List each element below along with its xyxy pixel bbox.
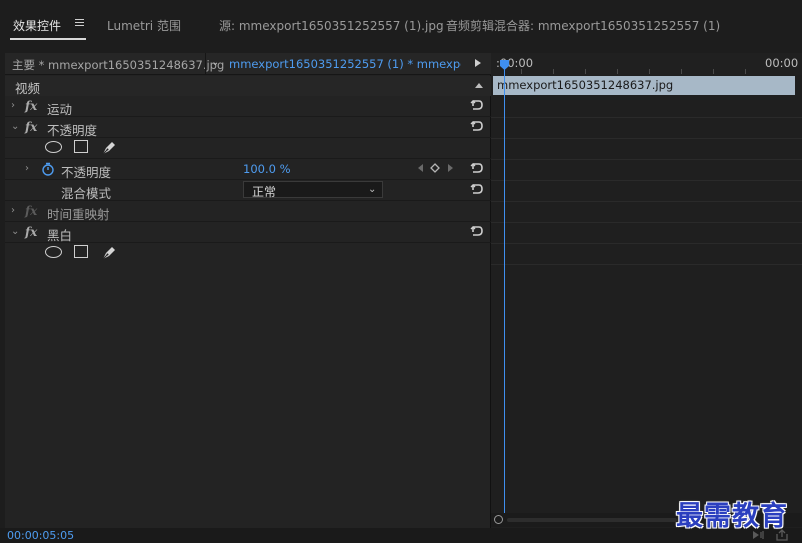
fx-icon[interactable]: fx [25, 99, 37, 113]
clip-name: mmexport1650351248637.jpg [497, 78, 674, 92]
ruler-tick [553, 69, 554, 74]
next-keyframe-icon[interactable] [447, 163, 455, 173]
ruler-tick [649, 69, 650, 74]
reset-icon[interactable] [470, 182, 484, 196]
play-triangle-icon[interactable] [475, 59, 481, 67]
chevron-down-icon[interactable]: ⌄ [11, 121, 19, 132]
track-divider [491, 117, 802, 118]
effect-row-opacity[interactable]: ⌄ fx 不透明度 [5, 117, 491, 138]
track-divider [491, 138, 802, 139]
ruler-tick [681, 69, 682, 74]
param-row-blend-mode[interactable]: 混合模式 正常 ⌄ [5, 180, 491, 201]
effect-controls-panel: 主要 * mmexport1650351248637.jpg ⌄ mmexpor… [5, 53, 491, 528]
scroll-track[interactable] [507, 518, 677, 522]
pen-mask-icon[interactable] [100, 138, 118, 156]
watermark-logo: 最需教育 [676, 494, 798, 532]
hamburger-icon[interactable] [75, 19, 84, 28]
reset-icon[interactable] [470, 224, 484, 238]
active-tab-indicator [10, 38, 86, 40]
tab-lumetri-scopes[interactable]: Lumetri 范围 [107, 17, 181, 34]
opacity-mask-tools [5, 138, 491, 159]
fx-icon[interactable]: fx [25, 225, 37, 239]
playhead-handle-icon[interactable] [499, 59, 510, 71]
sequence-clip-label[interactable]: mmexport1650351252557 (1) * mmexport16..… [229, 57, 461, 71]
source-selector-bar: 主要 * mmexport1650351248637.jpg ⌄ mmexpor… [5, 53, 491, 75]
ruler-tick [713, 69, 714, 74]
scroll-up-icon[interactable] [475, 83, 483, 88]
video-section-header: 视频 [5, 76, 491, 96]
ellipse-mask-icon[interactable] [45, 246, 62, 258]
chevron-down-icon[interactable]: ⌄ [11, 226, 19, 237]
reset-icon[interactable] [470, 98, 484, 112]
param-label: 混合模式 [61, 186, 112, 201]
track-divider [491, 243, 802, 244]
ruler-timecode-end: 00:00 [765, 56, 799, 70]
reset-icon[interactable] [470, 119, 484, 133]
effect-label: 时间重映射 [47, 207, 110, 222]
master-clip-label[interactable]: 主要 * mmexport1650351248637.jpg [12, 57, 224, 73]
tab-audio-clip-mixer[interactable]: 音频剪辑混合器: mmexport1650351252557 (1) [446, 17, 720, 34]
blend-mode-value: 正常 [252, 185, 277, 199]
panel-tab-bar: 效果控件 Lumetri 范围 源: mmexport1650351252557… [0, 0, 802, 50]
ruler-tick [521, 69, 522, 74]
chevron-down-icon[interactable]: ⌄ [211, 57, 219, 68]
zoom-handle-icon[interactable] [494, 515, 503, 524]
chevron-down-icon: ⌄ [368, 184, 377, 195]
effect-row-motion[interactable]: › fx 运动 [5, 96, 491, 117]
effect-row-time-remap[interactable]: › fx 时间重映射 [5, 201, 491, 222]
fx-icon[interactable]: fx [25, 120, 37, 134]
playhead-line[interactable] [504, 65, 505, 513]
effect-label: 不透明度 [47, 123, 98, 138]
chevron-right-icon[interactable]: › [11, 205, 15, 216]
time-ruler[interactable]: :00:00 00:00 [491, 53, 802, 75]
track-divider [491, 201, 802, 202]
opacity-value[interactable]: 100.0 % [243, 162, 291, 176]
prev-keyframe-icon[interactable] [416, 163, 424, 173]
effect-timeline[interactable]: :00:00 00:00 mmexport1650351248637.jpg [491, 53, 802, 528]
effect-label: 黑白 [47, 228, 73, 243]
chevron-right-icon[interactable]: › [25, 163, 29, 174]
chevron-right-icon[interactable]: › [11, 100, 15, 111]
param-row-opacity[interactable]: › 不透明度 100.0 % [5, 159, 491, 180]
track-divider [491, 222, 802, 223]
fx-icon[interactable]: fx [25, 204, 37, 218]
watermark-text: 最需教育 [676, 501, 788, 532]
black-white-mask-tools [5, 243, 491, 264]
stopwatch-icon[interactable] [41, 162, 55, 176]
clip-bar[interactable]: mmexport1650351248637.jpg [493, 76, 795, 95]
blend-mode-select[interactable]: 正常 ⌄ [243, 181, 383, 199]
effect-row-black-white[interactable]: ⌄ fx 黑白 [5, 222, 491, 243]
divider [205, 53, 206, 75]
tab-source[interactable]: 源: mmexport1650351252557 (1).jpg [219, 17, 444, 34]
rectangle-mask-icon[interactable] [74, 245, 88, 258]
ellipse-mask-icon[interactable] [45, 141, 62, 153]
param-label: 不透明度 [61, 165, 112, 180]
track-divider [491, 180, 802, 181]
effect-label: 运动 [47, 102, 73, 117]
add-keyframe-icon[interactable] [430, 163, 440, 173]
current-timecode[interactable]: 00:00:05:05 [7, 529, 74, 542]
rectangle-mask-icon[interactable] [74, 140, 88, 153]
reset-icon[interactable] [470, 161, 484, 175]
track-divider [491, 159, 802, 160]
section-title: 视频 [15, 81, 41, 96]
tab-effect-controls[interactable]: 效果控件 [13, 17, 61, 34]
ruler-tick [745, 69, 746, 74]
pen-mask-icon[interactable] [100, 243, 118, 261]
ruler-tick [585, 69, 586, 74]
track-divider [491, 264, 802, 265]
ruler-tick [617, 69, 618, 74]
